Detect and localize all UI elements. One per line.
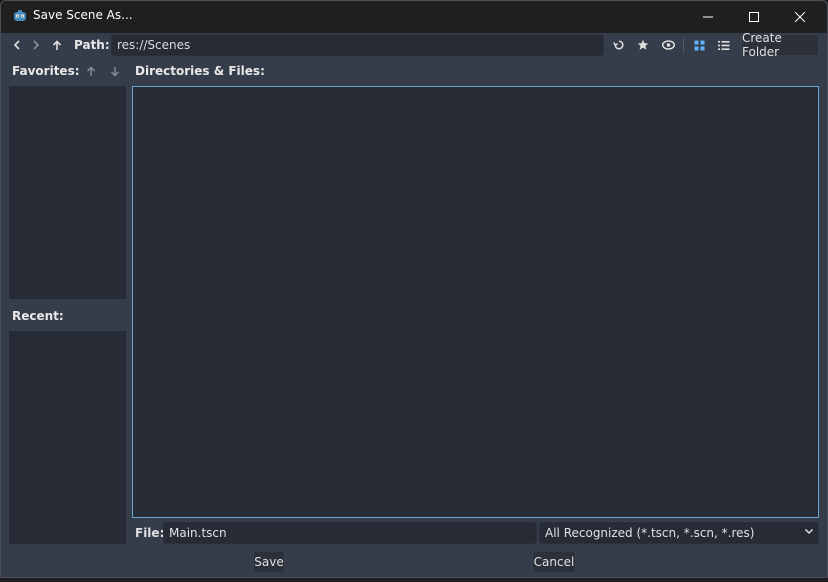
title-bar[interactable]: Save Scene As... [1, 1, 827, 33]
close-icon[interactable] [777, 1, 823, 33]
directories-files-label: Directories & Files: [135, 64, 265, 78]
list-icon[interactable] [716, 37, 732, 53]
file-filter-value: All Recognized (*.tscn, *.scn, *.res) [545, 526, 755, 540]
save-button[interactable]: Save [253, 551, 285, 573]
minimize-icon[interactable] [685, 1, 731, 33]
path-input[interactable]: res://Scenes [111, 34, 604, 56]
create-folder-button[interactable]: Create Folder [741, 31, 819, 59]
move-favorite-up-icon[interactable] [83, 63, 99, 79]
path-toolbar: Path: res://Scenes Create Folder [1, 31, 827, 59]
window-title: Save Scene As... [33, 8, 133, 22]
file-name-input[interactable]: Main.tscn [163, 522, 537, 544]
star-icon[interactable] [635, 37, 651, 53]
move-favorite-down-icon[interactable] [107, 63, 123, 79]
favorites-label: Favorites: [12, 64, 80, 78]
refresh-icon[interactable] [611, 37, 627, 53]
recent-label: Recent: [12, 309, 64, 323]
chevron-right-icon[interactable] [28, 37, 44, 53]
chevron-down-icon [804, 526, 814, 539]
file-filter-select[interactable]: All Recognized (*.tscn, *.scn, *.res) [539, 522, 819, 544]
godot-icon [13, 9, 27, 23]
recent-list[interactable] [9, 331, 126, 544]
toolbar-separator [683, 38, 684, 52]
path-label: Path: [74, 38, 110, 52]
grid-icon[interactable] [691, 37, 707, 53]
eye-icon[interactable] [660, 37, 676, 53]
desktop-background [0, 578, 828, 582]
chevron-left-icon[interactable] [9, 37, 25, 53]
cancel-button[interactable]: Cancel [532, 551, 576, 573]
save-scene-dialog: Save Scene As... Path: res://Scenes Crea… [0, 0, 828, 578]
file-list[interactable] [132, 86, 819, 518]
favorites-list[interactable] [9, 86, 126, 299]
file-label: File: [135, 526, 165, 540]
maximize-icon[interactable] [731, 1, 777, 33]
arrow-up-icon[interactable] [49, 37, 65, 53]
